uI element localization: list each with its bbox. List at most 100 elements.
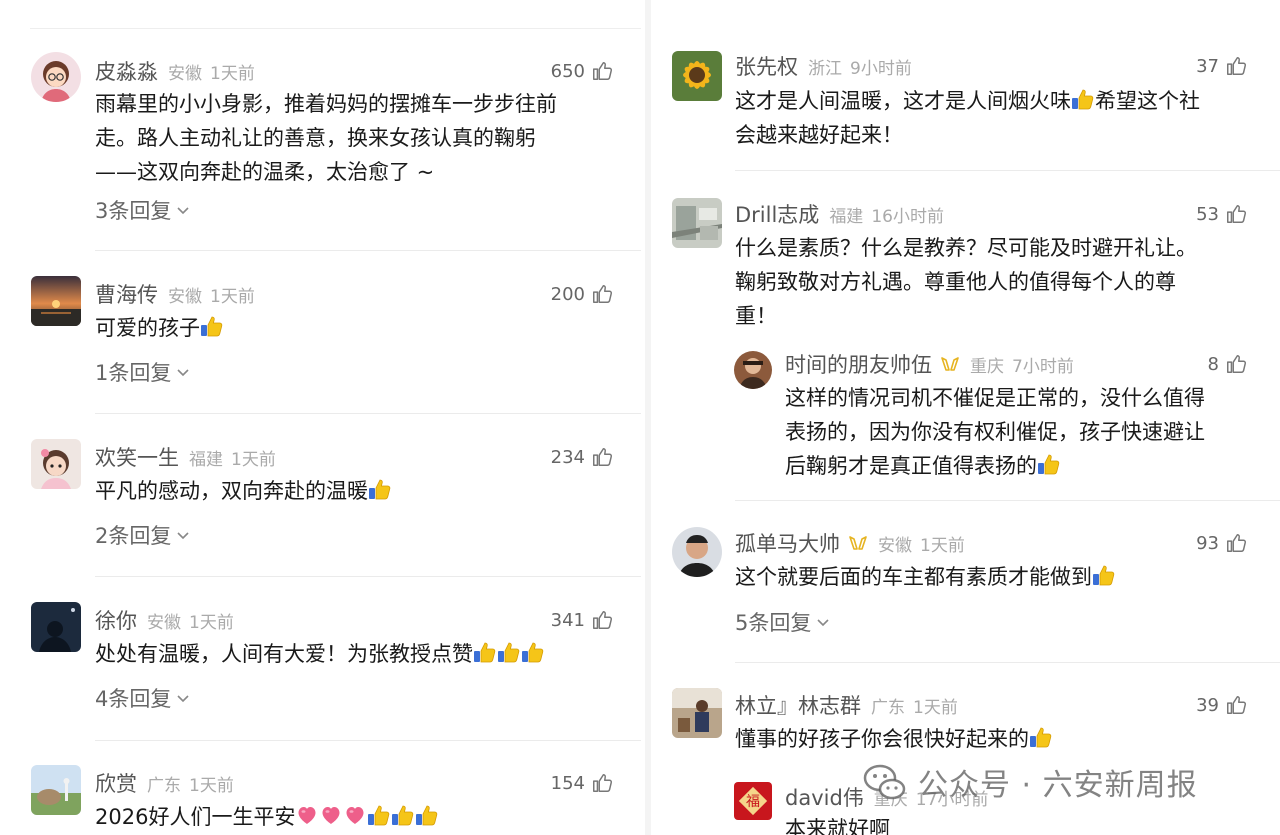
thumbs-up-icon xyxy=(1225,353,1247,375)
user-name[interactable]: 孤单马大帅 xyxy=(735,528,840,558)
comment-text-line: 表扬的，因为你没有权利催促，孩子快速避让 xyxy=(785,420,1205,444)
user-name[interactable]: 欢笑一生 xyxy=(95,442,179,472)
thumbs-up-emoji-icon xyxy=(368,477,392,501)
avatar[interactable] xyxy=(734,351,772,389)
user-name[interactable]: 时间的朋友帅伍 xyxy=(785,349,932,379)
column-divider xyxy=(645,0,651,835)
view-replies-button[interactable]: 2条回复 xyxy=(95,520,191,550)
avatar[interactable] xyxy=(672,527,722,577)
like-button[interactable]: 650 xyxy=(551,56,613,86)
comment-divider xyxy=(95,413,641,414)
comment-text-line: 什么是素质？什么是教养？尽可能及时避开礼让。 xyxy=(735,236,1197,260)
comment-text-line: 会越来越好起来！ xyxy=(735,123,903,147)
user-name[interactable]: 徐你 xyxy=(95,605,137,635)
user-name[interactable]: 林立』林志群 xyxy=(735,690,861,720)
avatar[interactable]: 福 xyxy=(734,782,772,820)
heart-emoji-icon xyxy=(295,803,319,827)
comment-text-line: ——这双向奔赴的温柔，太治愈了 ~ xyxy=(95,160,435,184)
thumbs-up-emoji-icon xyxy=(1071,87,1095,111)
comment-text-line: 懂事的好孩子你会很快好起来的 xyxy=(735,727,1029,751)
comment-text-line: 平凡的感动，双向奔赴的温暖 xyxy=(95,479,368,503)
comment-text-line: 这个就要后面的车主都有素质才能做到 xyxy=(735,565,1092,589)
svg-text:福: 福 xyxy=(746,794,760,810)
comment-text: 这个就要后面的车主都有素质才能做到 xyxy=(735,560,1265,594)
thumbs-up-emoji-icon xyxy=(367,803,391,827)
comment-text: 这才是人间温暖，这才是人间烟火味 希望这个社 会越来越好起来！ xyxy=(735,84,1265,152)
heart-emoji-icon xyxy=(319,803,343,827)
view-replies-button[interactable]: 4条回复 xyxy=(95,683,191,713)
comment-text-line: 这样的情况司机不催促是正常的，没什么值得 xyxy=(785,386,1205,410)
like-button[interactable]: 37 xyxy=(1196,51,1247,81)
thumbs-up-emoji-icon xyxy=(497,640,521,664)
avatar[interactable] xyxy=(672,51,722,101)
like-count: 650 xyxy=(550,60,585,82)
like-button[interactable]: 234 xyxy=(551,442,613,472)
comment-text: 处处有温暖，人间有大爱！为张教授点赞 xyxy=(95,637,635,671)
user-name[interactable]: 张先权 xyxy=(735,51,798,81)
user-region: 安徽 xyxy=(168,64,202,84)
avatar[interactable] xyxy=(31,439,81,489)
user-region: 福建 xyxy=(829,207,864,227)
thumbs-up-emoji-icon xyxy=(1029,725,1053,749)
thumbs-up-icon xyxy=(591,772,613,794)
avatar[interactable] xyxy=(31,602,81,652)
comment-text-line: 这才是人间温暖，这才是人间烟火味 xyxy=(735,89,1071,113)
thumbs-up-icon xyxy=(591,446,613,468)
like-button[interactable]: 200 xyxy=(551,279,613,309)
like-count: 37 xyxy=(1196,55,1219,77)
comment-text-line: 走。路人主动礼让的善意，换来女孩认真的鞠躬 xyxy=(95,126,536,150)
comment-text: 这样的情况司机不催促是正常的，没什么值得 表扬的，因为你没有权利催促，孩子快速避… xyxy=(785,381,1265,483)
thumbs-up-icon xyxy=(591,60,613,82)
user-name[interactable]: 曹海传 xyxy=(95,279,158,309)
watermark-text: 公众号 · 六安新周报 xyxy=(918,768,1198,803)
user-region: 广东 xyxy=(147,776,181,796)
like-button[interactable]: 39 xyxy=(1196,690,1247,720)
comment-text: 雨幕里的小小身影，推着妈妈的摆摊车一步步往前 走。路人主动礼让的善意，换来女孩认… xyxy=(95,87,625,189)
like-button[interactable]: 341 xyxy=(551,605,613,635)
thumbs-up-emoji-icon xyxy=(473,640,497,664)
user-region: 浙江 xyxy=(808,59,842,79)
user-region: 安徽 xyxy=(147,613,181,633)
like-button[interactable]: 53 xyxy=(1196,199,1247,229)
avatar[interactable] xyxy=(31,52,81,102)
thumbs-up-emoji-icon xyxy=(521,640,545,664)
user-name[interactable]: 欣赏 xyxy=(95,768,137,798)
comment-text: 本来就好啊 xyxy=(785,812,1265,835)
replies-label: 1条回复 xyxy=(95,361,172,385)
avatar[interactable] xyxy=(31,276,81,326)
comment-text-line: 可爱的孩子 xyxy=(95,316,200,340)
comment-text-line: 2026好人们一生平安 xyxy=(95,805,296,829)
comment-time: 1天前 xyxy=(210,64,255,84)
view-replies-button[interactable]: 5条回复 xyxy=(735,607,831,637)
comment-divider xyxy=(735,500,1280,501)
comment-text-line: 鞠躬致敬对方礼遇。尊重他人的值得每个人的尊 xyxy=(735,270,1176,294)
comment-text-line: 雨幕里的小小身影，推着妈妈的摆摊车一步步往前 xyxy=(95,92,557,116)
like-count: 39 xyxy=(1196,694,1219,716)
avatar[interactable] xyxy=(672,688,722,738)
comment-time: 9小时前 xyxy=(850,59,912,79)
avatar[interactable] xyxy=(672,198,722,248)
thumbs-up-icon xyxy=(1225,694,1247,716)
like-button[interactable]: 154 xyxy=(551,768,613,798)
view-replies-button[interactable]: 1条回复 xyxy=(95,357,191,387)
like-count: 53 xyxy=(1196,203,1219,225)
thumbs-up-emoji-icon xyxy=(1037,452,1061,476)
like-count: 8 xyxy=(1207,353,1219,375)
chevron-down-icon xyxy=(175,364,191,380)
avatar[interactable] xyxy=(31,765,81,815)
like-button[interactable]: 93 xyxy=(1196,528,1247,558)
like-count: 200 xyxy=(550,283,585,305)
user-name[interactable]: david伟 xyxy=(785,782,864,812)
user-name[interactable]: 皮淼淼 xyxy=(95,56,158,86)
user-region: 安徽 xyxy=(878,536,912,556)
chevron-down-icon xyxy=(815,614,831,630)
comment-time: 1天前 xyxy=(920,536,965,556)
comment-time: 7小时前 xyxy=(1012,357,1074,377)
view-replies-button[interactable]: 3条回复 xyxy=(95,195,191,225)
user-region: 广东 xyxy=(871,698,905,718)
comment-text-line: 后鞠躬才是真正值得表扬的 xyxy=(785,454,1037,478)
comment-text-line: 重！ xyxy=(735,304,777,328)
replies-label: 5条回复 xyxy=(735,611,812,635)
user-name[interactable]: Drill志成 xyxy=(735,199,819,229)
like-button[interactable]: 8 xyxy=(1208,349,1247,379)
